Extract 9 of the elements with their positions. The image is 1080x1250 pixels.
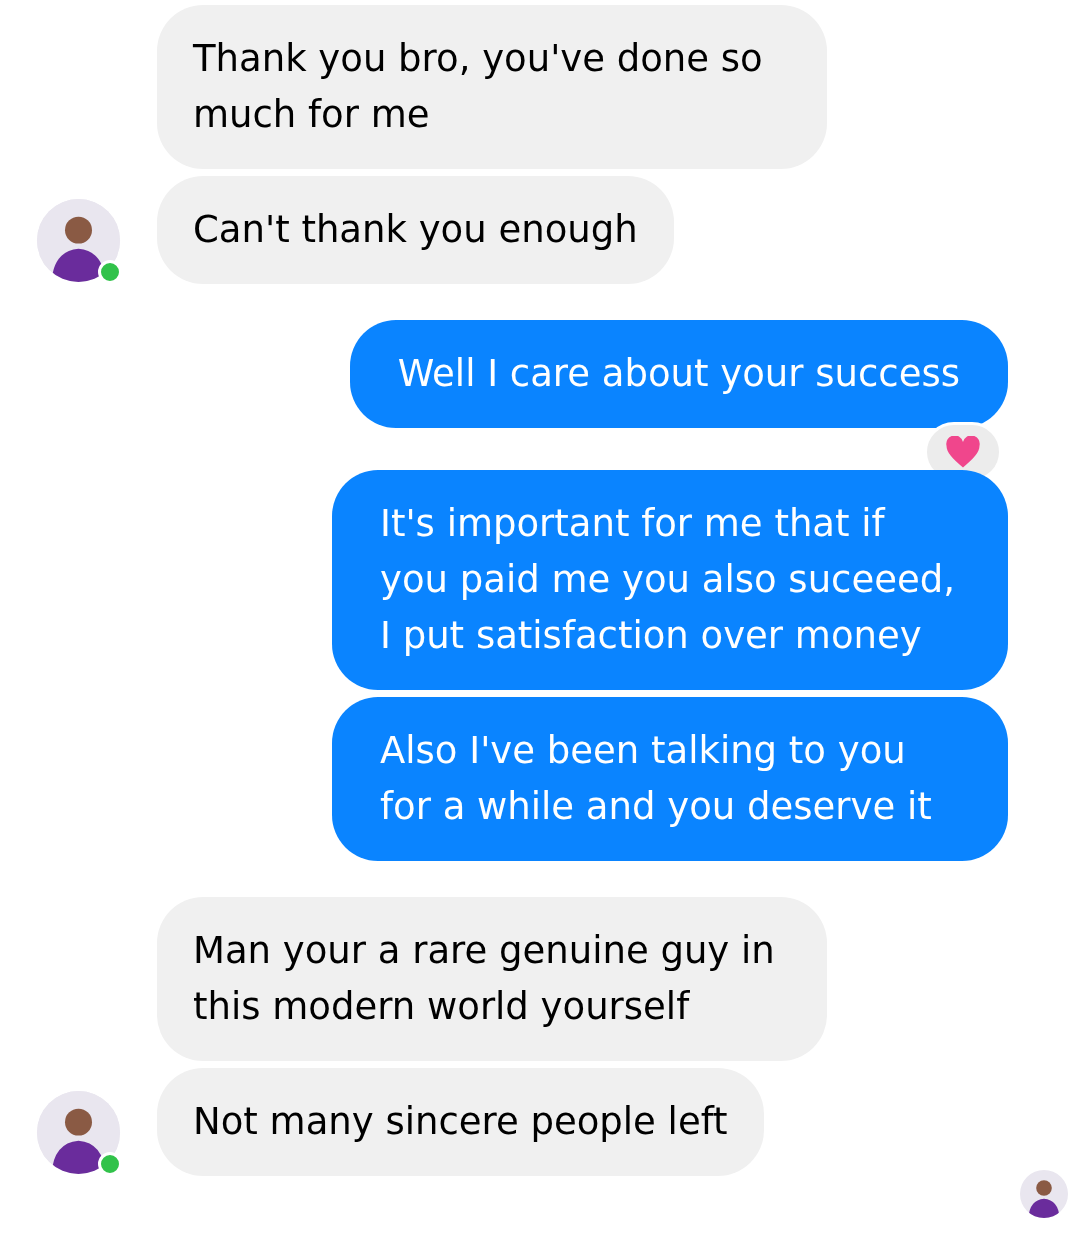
heart-icon: [945, 435, 981, 469]
seen-avatar: [1020, 1170, 1068, 1218]
message-bubble: Well I care about your success: [349, 320, 1008, 428]
message-bubble: Also I've been talking to you for a while and you deserve it: [332, 697, 1008, 861]
message-bubble: It's important for me that if you paid me you also suceeed, I put satisfaction over money: [332, 470, 1008, 690]
message-bubble: Man your a rare genuine guy in this modern world yourself: [157, 897, 827, 1061]
message-bubble: Thank you bro, you've done so much for me: [157, 5, 827, 169]
message-bubble: Not many sincere people left: [157, 1068, 764, 1176]
message-bubble: Can't thank you enough: [157, 176, 674, 284]
